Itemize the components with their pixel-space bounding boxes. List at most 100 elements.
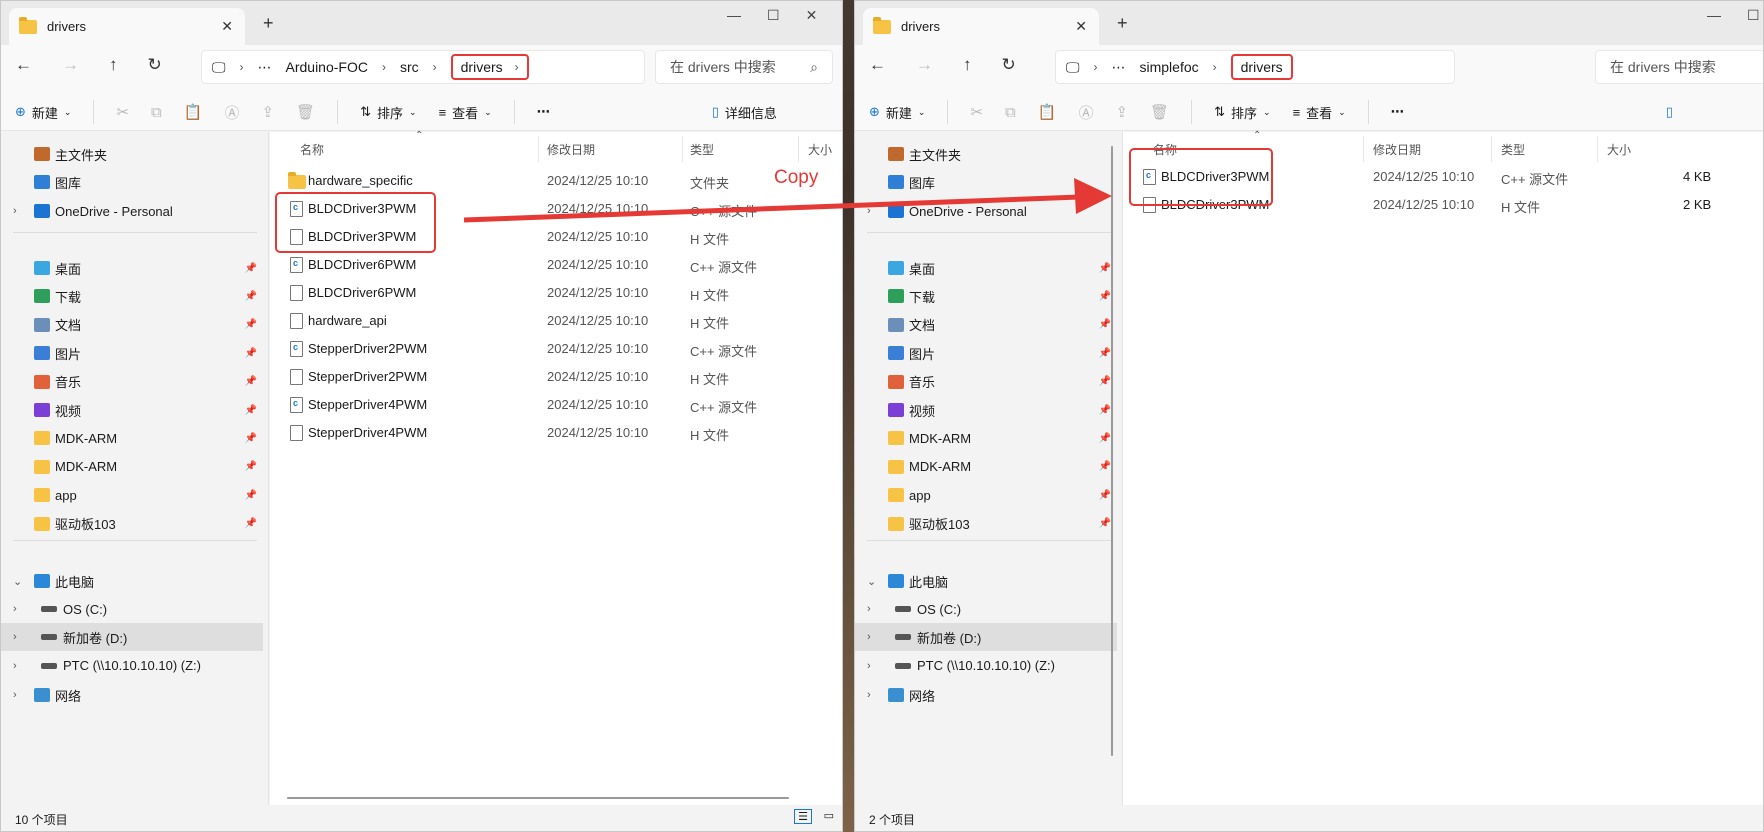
col-type[interactable]: 类型 — [690, 141, 714, 158]
details-view-icon[interactable]: ☰ — [794, 809, 812, 824]
chevron-icon[interactable]: ⌄ — [867, 575, 876, 588]
file-row[interactable]: StepperDriver2PWM 2024/12/25 10:10 H 文件 — [270, 362, 842, 390]
details-pane-button[interactable]: ▯ 详细信息 — [712, 103, 777, 122]
breadcrumb[interactable]: 🖵 › ⋯ simplefoc › drivers — [1055, 50, 1455, 84]
col-size[interactable]: 大小 — [808, 141, 832, 158]
up-icon[interactable]: ↑ — [109, 55, 118, 75]
file-row[interactable]: BLDCDriver6PWM 2024/12/25 10:10 H 文件 — [270, 278, 842, 306]
copy-icon[interactable]: ⧉ — [1005, 104, 1016, 121]
search-input[interactable]: 在 drivers 中搜索 ⌕ — [655, 50, 833, 84]
more-options-icon[interactable]: ⋯ — [537, 104, 550, 120]
tab-drivers[interactable]: drivers ✕ — [863, 8, 1099, 45]
sidebar-item-quick[interactable]: 下载 📌 — [855, 282, 1117, 310]
forward-icon[interactable]: → — [62, 55, 79, 75]
chevron-icon[interactable]: › — [867, 205, 871, 217]
sort-button[interactable]: ⇅ 排序 ⌄ — [1214, 103, 1270, 122]
sidebar-item-onedrive[interactable]: › OneDrive - Personal — [1, 197, 263, 225]
sidebar-item-quick[interactable]: 下载 📌 — [1, 282, 263, 310]
sidebar-item-quick[interactable]: 文档 📌 — [1, 311, 263, 339]
sidebar-item-quick[interactable]: 桌面 📌 — [855, 254, 1117, 282]
sidebar-item-quick[interactable]: 视频 📌 — [1, 396, 263, 424]
sidebar-item-quick[interactable]: 驱动板103 📌 — [1, 510, 263, 538]
chevron-icon[interactable]: › — [867, 689, 871, 701]
maximize-icon[interactable]: ☐ — [767, 7, 780, 24]
sidebar-item-quick[interactable]: MDK-ARM 📌 — [1, 424, 263, 452]
breadcrumb-current-highlighted[interactable]: drivers › — [450, 54, 529, 80]
sidebar-item-drive[interactable]: › 新加卷 (D:) — [855, 623, 1117, 652]
back-icon[interactable]: ← — [869, 55, 886, 75]
file-row[interactable]: StepperDriver4PWM 2024/12/25 10:10 H 文件 — [270, 418, 842, 446]
file-row[interactable]: StepperDriver2PWM 2024/12/25 10:10 C++ 源文件 — [270, 334, 842, 362]
sidebar-item-onedrive[interactable]: › OneDrive - Personal — [855, 197, 1117, 225]
new-tab-icon[interactable]: + — [263, 13, 274, 34]
copy-icon[interactable]: ⧉ — [151, 104, 162, 121]
sidebar-item-quick[interactable]: app 📌 — [1, 481, 263, 509]
file-row[interactable]: StepperDriver4PWM 2024/12/25 10:10 C++ 源文件 — [270, 390, 842, 418]
sidebar-item-quick[interactable]: 音乐 📌 — [855, 368, 1117, 396]
chevron-icon[interactable]: › — [13, 603, 17, 615]
sidebar-item-quick[interactable]: MDK-ARM 📌 — [855, 424, 1117, 452]
sidebar-item-home[interactable]: 主文件夹 — [855, 140, 1117, 168]
chevron-icon[interactable]: › — [867, 603, 871, 615]
sidebar-item-quick[interactable]: 文档 📌 — [855, 311, 1117, 339]
sidebar-item-quick[interactable]: 音乐 📌 — [1, 368, 263, 396]
rename-icon[interactable]: Ⓐ — [224, 102, 239, 123]
chevron-icon[interactable]: ⌄ — [13, 575, 22, 588]
sidebar-item-quick[interactable]: 图片 📌 — [855, 339, 1117, 367]
minimize-icon[interactable]: — — [1707, 7, 1721, 24]
delete-icon[interactable]: 🗑 — [1150, 103, 1169, 121]
sidebar-item-gallery[interactable]: 图库 — [855, 168, 1117, 196]
new-tab-icon[interactable]: + — [1117, 13, 1128, 34]
delete-icon[interactable]: 🗑 — [296, 103, 315, 121]
close-tab-icon[interactable]: ✕ — [1075, 18, 1087, 35]
sort-button[interactable]: ⇅ 排序 ⌄ — [360, 103, 416, 122]
chevron-icon[interactable]: › — [13, 631, 17, 643]
breadcrumb-item[interactable]: Arduino-FOC — [286, 59, 368, 75]
sidebar-item-quick[interactable]: 视频 📌 — [855, 396, 1117, 424]
sidebar-item-quick[interactable]: app 📌 — [855, 481, 1117, 509]
sidebar-item-drive[interactable]: › OS (C:) — [855, 595, 1117, 623]
sidebar-item-home[interactable]: 主文件夹 — [1, 140, 263, 168]
close-window-icon[interactable]: ✕ — [806, 7, 818, 24]
sidebar-item-drive[interactable]: › PTC (\\10.10.10.10) (Z:) — [855, 652, 1117, 680]
paste-icon[interactable]: 📋 — [1038, 103, 1057, 121]
sidebar-item-network[interactable]: › 网络 — [1, 681, 263, 709]
breadcrumb-current-highlighted[interactable]: drivers — [1230, 54, 1293, 80]
forward-icon[interactable]: → — [916, 55, 933, 75]
maximize-icon[interactable]: ☐ — [1747, 7, 1760, 24]
sidebar-scrollbar[interactable] — [1111, 146, 1113, 756]
more-crumbs-icon[interactable]: ⋯ — [1112, 59, 1126, 76]
col-name[interactable]: 名称 — [300, 141, 324, 158]
col-size[interactable]: 大小 — [1607, 141, 1631, 158]
col-date[interactable]: 修改日期 — [1373, 141, 1421, 158]
search-input[interactable]: 在 drivers 中搜索 — [1595, 50, 1763, 84]
chevron-icon[interactable]: › — [867, 660, 871, 672]
file-row[interactable]: hardware_specific 2024/12/25 10:10 文件夹 — [270, 166, 842, 194]
back-icon[interactable]: ← — [15, 55, 32, 75]
sidebar-item-quick[interactable]: 图片 📌 — [1, 339, 263, 367]
chevron-icon[interactable]: › — [13, 689, 17, 701]
chevron-icon[interactable]: › — [867, 631, 871, 643]
new-button[interactable]: ⊕ 新建 ⌄ — [869, 103, 925, 122]
sidebar-item-quick[interactable]: MDK-ARM 📌 — [855, 453, 1117, 481]
sidebar-item-quick[interactable]: 驱动板103 📌 — [855, 510, 1117, 538]
sidebar-item-network[interactable]: › 网络 — [855, 681, 1117, 709]
more-crumbs-icon[interactable]: ⋯ — [258, 59, 272, 76]
file-row[interactable]: hardware_api 2024/12/25 10:10 H 文件 — [270, 306, 842, 334]
col-date[interactable]: 修改日期 — [547, 141, 595, 158]
breadcrumb[interactable]: 🖵 › ⋯ Arduino-FOC › src › drivers › — [201, 50, 645, 84]
chevron-icon[interactable]: › — [13, 205, 17, 217]
sidebar-item-quick[interactable]: MDK-ARM 📌 — [1, 453, 263, 481]
tiles-view-icon[interactable]: ▭ — [824, 809, 834, 822]
rename-icon[interactable]: Ⓐ — [1078, 102, 1093, 123]
details-pane-icon[interactable]: ▯ — [1666, 104, 1673, 120]
cut-icon[interactable]: ✂ — [116, 103, 129, 121]
sidebar-item-drive[interactable]: › 新加卷 (D:) — [1, 623, 263, 652]
cut-icon[interactable]: ✂ — [970, 103, 983, 121]
paste-icon[interactable]: 📋 — [184, 103, 203, 121]
horizontal-scrollbar[interactable] — [287, 797, 789, 799]
refresh-icon[interactable]: ↻ — [148, 55, 162, 75]
tab-drivers[interactable]: drivers ✕ — [9, 8, 245, 45]
view-button[interactable]: ≡ 查看 ⌄ — [1293, 103, 1346, 122]
refresh-icon[interactable]: ↻ — [1002, 55, 1016, 75]
